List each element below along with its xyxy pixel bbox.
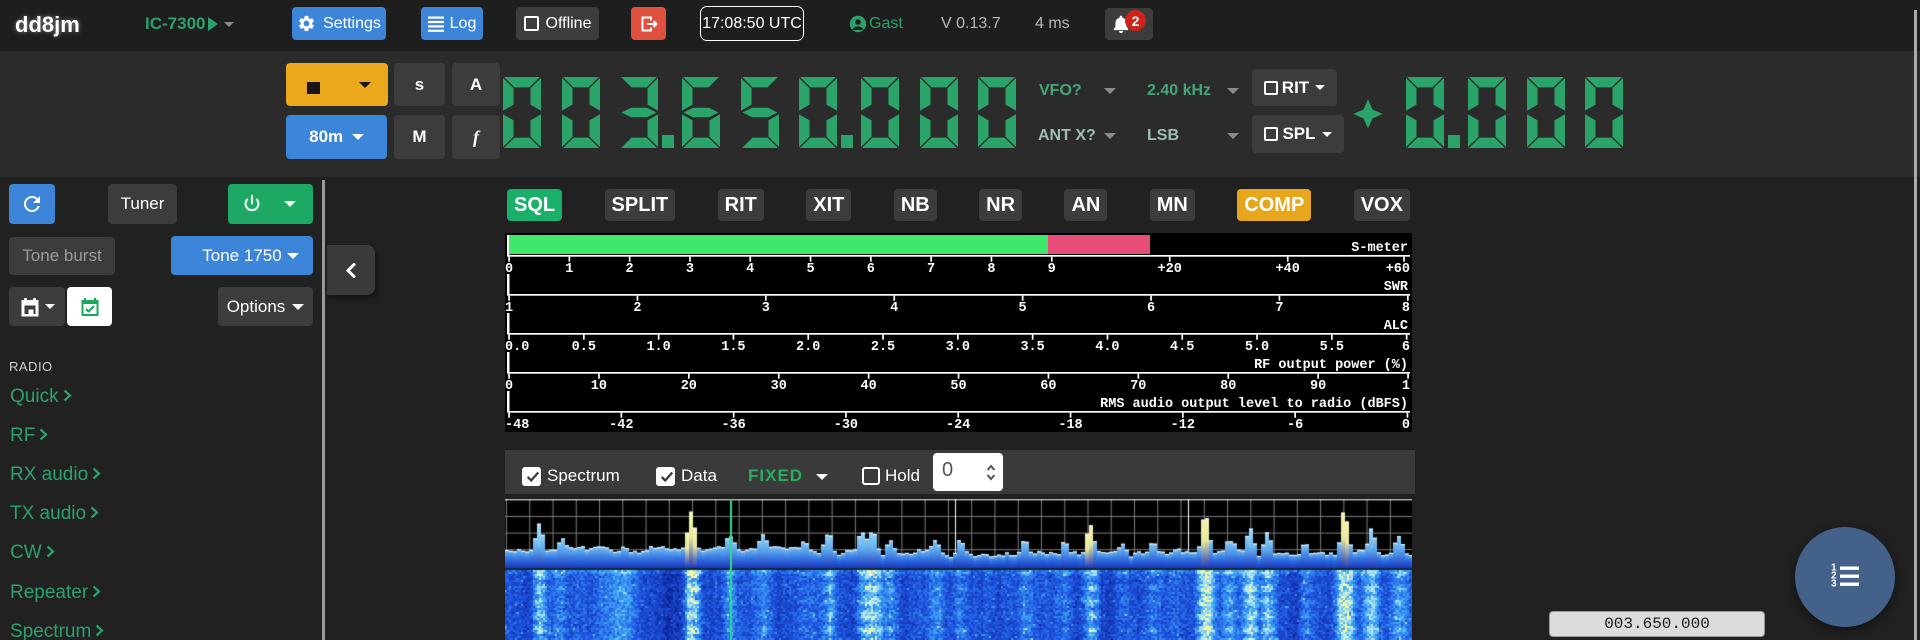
svg-text:-24: -24 (946, 418, 970, 432)
svg-text:70: 70 (1130, 379, 1146, 394)
svg-text:4: 4 (746, 262, 754, 277)
svg-text:4.0: 4.0 (1095, 340, 1119, 355)
svg-text:6: 6 (1402, 340, 1410, 355)
svg-text:ALC: ALC (1384, 319, 1408, 334)
svg-text:RF output power (%): RF output power (%) (1254, 358, 1408, 373)
svg-text:3: 3 (762, 301, 770, 316)
svg-text:5.5: 5.5 (1320, 340, 1344, 355)
svg-text:0.5: 0.5 (572, 340, 596, 355)
svg-text:7: 7 (1275, 301, 1283, 316)
svg-text:-42: -42 (609, 418, 633, 432)
svg-text:SWR: SWR (1384, 280, 1409, 295)
svg-text:2: 2 (633, 301, 641, 316)
svg-text:3: 3 (1831, 579, 1837, 590)
svg-text:2.5: 2.5 (871, 340, 895, 355)
svg-text:8: 8 (987, 262, 995, 277)
svg-text:10: 10 (591, 379, 607, 394)
svg-text:1: 1 (1402, 379, 1410, 394)
svg-text:90: 90 (1310, 379, 1326, 394)
svg-text:9: 9 (1048, 262, 1056, 277)
svg-text:-18: -18 (1058, 418, 1082, 432)
svg-text:8: 8 (1402, 301, 1410, 316)
svg-text:-12: -12 (1171, 418, 1195, 432)
svg-text:6: 6 (867, 262, 875, 277)
svg-text:0: 0 (1402, 418, 1410, 432)
svg-text:-48: -48 (505, 418, 529, 432)
svg-text:5: 5 (1019, 301, 1027, 316)
svg-text:5.0: 5.0 (1245, 340, 1269, 355)
svg-text:1: 1 (565, 262, 573, 277)
svg-text:40: 40 (860, 379, 876, 394)
svg-text:1.0: 1.0 (646, 340, 670, 355)
svg-text:80: 80 (1220, 379, 1236, 394)
svg-text:4.5: 4.5 (1170, 340, 1194, 355)
svg-text:3.0: 3.0 (946, 340, 970, 355)
svg-text:2: 2 (626, 262, 634, 277)
svg-text:+40: +40 (1276, 262, 1300, 277)
svg-text:20: 20 (681, 379, 697, 394)
svg-text:5: 5 (806, 262, 814, 277)
svg-text:S-meter: S-meter (1351, 241, 1408, 256)
svg-text:-6: -6 (1287, 418, 1303, 432)
svg-text:4: 4 (890, 301, 898, 316)
svg-text:2.0: 2.0 (796, 340, 820, 355)
svg-text:3: 3 (686, 262, 694, 277)
svg-text:+60: +60 (1386, 262, 1410, 277)
svg-text:-30: -30 (834, 418, 858, 432)
svg-text:1.5: 1.5 (721, 340, 745, 355)
svg-text:RMS audio output level to radi: RMS audio output level to radio (dBFS) (1100, 397, 1408, 412)
svg-text:30: 30 (771, 379, 787, 394)
svg-text:-36: -36 (721, 418, 745, 432)
svg-text:60: 60 (1040, 379, 1056, 394)
svg-text:50: 50 (950, 379, 966, 394)
svg-text:+20: +20 (1158, 262, 1182, 277)
svg-text:6: 6 (1147, 301, 1155, 316)
svg-text:3.5: 3.5 (1020, 340, 1044, 355)
svg-text:7: 7 (927, 262, 935, 277)
